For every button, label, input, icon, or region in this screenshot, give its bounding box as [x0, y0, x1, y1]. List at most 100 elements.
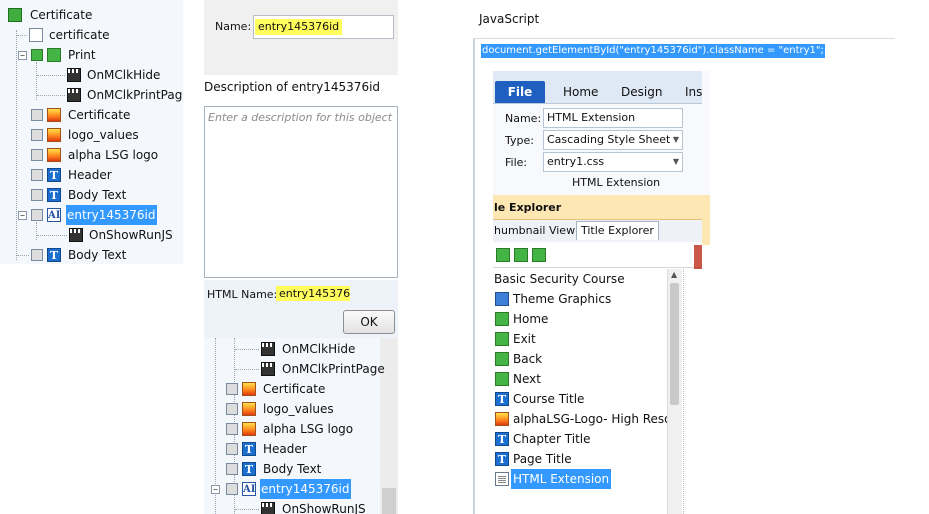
tree-row-label: Body Text [68, 248, 127, 262]
tree-row-body-text-2[interactable]: T Body Text [0, 245, 183, 264]
tree-row-label: Certificate [68, 108, 131, 122]
tree-row-label: OnMClkHide [87, 68, 161, 82]
explorer-item-chapter-title[interactable]: T Chapter Title [493, 429, 667, 449]
tree-row-print[interactable]: − Print [0, 45, 183, 65]
tree-row-certificate-image[interactable]: Certificate [0, 105, 183, 125]
tree-row-onmclkprintpage[interactable]: OnMClkPrintPage [0, 85, 183, 105]
tab-design[interactable]: Design [621, 81, 662, 103]
javascript-header: JavaScript [473, 0, 895, 39]
tree-row-alpha-lsg-logo[interactable]: alpha LSG logo [0, 145, 183, 165]
scrollbar-thumb[interactable] [670, 283, 679, 405]
ribbon-type-select[interactable]: Cascading Style Sheet ▼ [543, 130, 683, 150]
ribbon-name-input[interactable]: HTML Extension [543, 108, 683, 128]
toggle-box-icon[interactable] [31, 149, 43, 161]
scroll-up-icon[interactable]: ▲ [671, 270, 677, 279]
explorer-item-course[interactable]: Basic Security Course [493, 269, 667, 289]
tree-row-label: entry145376id [66, 205, 157, 225]
collapse-icon[interactable]: − [18, 211, 27, 220]
explorer-item-label: Course Title [513, 392, 585, 406]
explorer-item-theme-graphics[interactable]: Theme Graphics [493, 289, 667, 309]
ribbon-type-label: Type: [505, 134, 534, 147]
image-icon [242, 382, 256, 396]
html-name-value[interactable]: entry145376 [276, 286, 350, 301]
ribbon-name-value: HTML Extension [547, 111, 636, 124]
tree-row-certificate-image[interactable]: Certificate [204, 379, 380, 399]
explorer-item-page-title[interactable]: T Page Title [493, 449, 667, 469]
tree-row-header[interactable]: T Header [204, 439, 380, 459]
collapse-icon[interactable]: − [18, 51, 27, 60]
toggle-box-icon[interactable] [226, 463, 238, 475]
explorer-item-logo[interactable]: alphaLSG-Logo- High Reso [493, 409, 667, 429]
tree-row-label: Print [68, 48, 96, 62]
tree-row-alpha-lsg-logo[interactable]: alpha LSG logo [204, 419, 380, 439]
toggle-box-icon[interactable] [31, 109, 43, 121]
toggle-box-icon[interactable] [226, 483, 238, 495]
text-entry-icon: AI [47, 208, 61, 222]
title-explorer-heading: le Explorer [494, 201, 562, 214]
toggle-box-icon[interactable] [31, 189, 43, 201]
explorer-item-label: Chapter Title [513, 432, 591, 446]
explorer-scrollbar[interactable]: ▲ [667, 269, 682, 514]
toggle-box-icon[interactable] [31, 129, 43, 141]
tree-row-onshowrunjs[interactable]: OnShowRunJS [204, 499, 380, 514]
sub-node-icon [31, 49, 43, 61]
tab-title-explorer[interactable]: Title Explorer [576, 221, 659, 240]
tree-row-onmclkhide[interactable]: OnMClkHide [0, 65, 183, 85]
collapse-icon[interactable]: − [211, 485, 220, 494]
explorer-item-back[interactable]: Back [493, 349, 667, 369]
toggle-box-icon[interactable] [226, 443, 238, 455]
ribbon-type-value: Cascading Style Sheet [547, 133, 671, 146]
explorer-item-next[interactable]: Next [493, 369, 667, 389]
page-icon [495, 472, 509, 486]
add-chapter-icon[interactable] [514, 248, 528, 262]
tab-file[interactable]: File [495, 81, 545, 103]
explorer-item-label: Basic Security Course [494, 272, 625, 286]
tab-thumbnail-view[interactable]: humbnail View [494, 224, 575, 237]
tree-row-header[interactable]: T Header [0, 165, 183, 185]
tree-row-onshowrunjs[interactable]: OnShowRunJS [0, 225, 183, 245]
name-input[interactable]: entry145376id [253, 15, 394, 39]
add-page-icon[interactable] [532, 248, 546, 262]
toggle-box-icon[interactable] [31, 209, 43, 221]
ok-button[interactable]: OK [343, 310, 395, 334]
image-icon [242, 402, 256, 416]
tree-row-onmclkprintpage[interactable]: OnMClkPrintPage [204, 359, 385, 379]
text-icon: T [47, 248, 61, 262]
toggle-box-icon[interactable] [226, 403, 238, 415]
tree-row-label: OnMClkPrintPage [87, 88, 183, 102]
chevron-down-icon: ▼ [672, 157, 679, 166]
explorer-item-home[interactable]: Home [493, 309, 667, 329]
tree-row-certificate-title[interactable]: Certificate [0, 5, 183, 25]
explorer-toolbar [493, 243, 702, 268]
tree-row-body-text[interactable]: T Body Text [0, 185, 183, 205]
chevron-down-icon: ▼ [672, 135, 679, 144]
javascript-panel: JavaScript document.getElementById("entr… [473, 0, 929, 514]
toggle-box-icon[interactable] [31, 249, 43, 261]
tab-home[interactable]: Home [563, 81, 598, 103]
tab-insert[interactable]: Inse [685, 81, 702, 103]
ribbon-body: Name: HTML Extension Type: Cascading Sty… [493, 103, 702, 195]
toggle-box-icon[interactable] [31, 169, 43, 181]
ribbon-file-select[interactable]: entry1.css ▼ [543, 152, 683, 172]
tree-row-onmclkhide[interactable]: OnMClkHide [204, 339, 380, 359]
theme-icon [495, 292, 509, 306]
tree-row-certificate-page[interactable]: certificate [0, 25, 183, 45]
add-item-icon[interactable] [496, 248, 510, 262]
toggle-box-icon[interactable] [226, 383, 238, 395]
tree-row-logo-values[interactable]: logo_values [0, 125, 183, 145]
tree-row-label: logo_values [263, 402, 334, 416]
tree-row-logo-values[interactable]: logo_values [204, 399, 380, 419]
javascript-code-line[interactable]: document.getElementById("entry145376id")… [481, 44, 825, 58]
toggle-box-icon[interactable] [226, 423, 238, 435]
tree-row-body-text[interactable]: T Body Text [204, 459, 380, 479]
explorer-item-html-extension[interactable]: HTML Extension [493, 469, 667, 489]
scrollbar-thumb[interactable] [382, 488, 396, 514]
explorer-item-course-title[interactable]: T Course Title [493, 389, 667, 409]
tree-row-entry145376id[interactable]: − AI entry145376id [204, 479, 380, 499]
clapperboard-icon [67, 68, 81, 82]
tree-row-entry145376id[interactable]: − AI entry145376id [0, 205, 183, 225]
description-textarea[interactable]: Enter a description for this object [204, 106, 398, 278]
explorer-header-edge [702, 195, 710, 245]
explorer-item-exit[interactable]: Exit [493, 329, 667, 349]
ribbon-file-label: File: [505, 156, 528, 169]
